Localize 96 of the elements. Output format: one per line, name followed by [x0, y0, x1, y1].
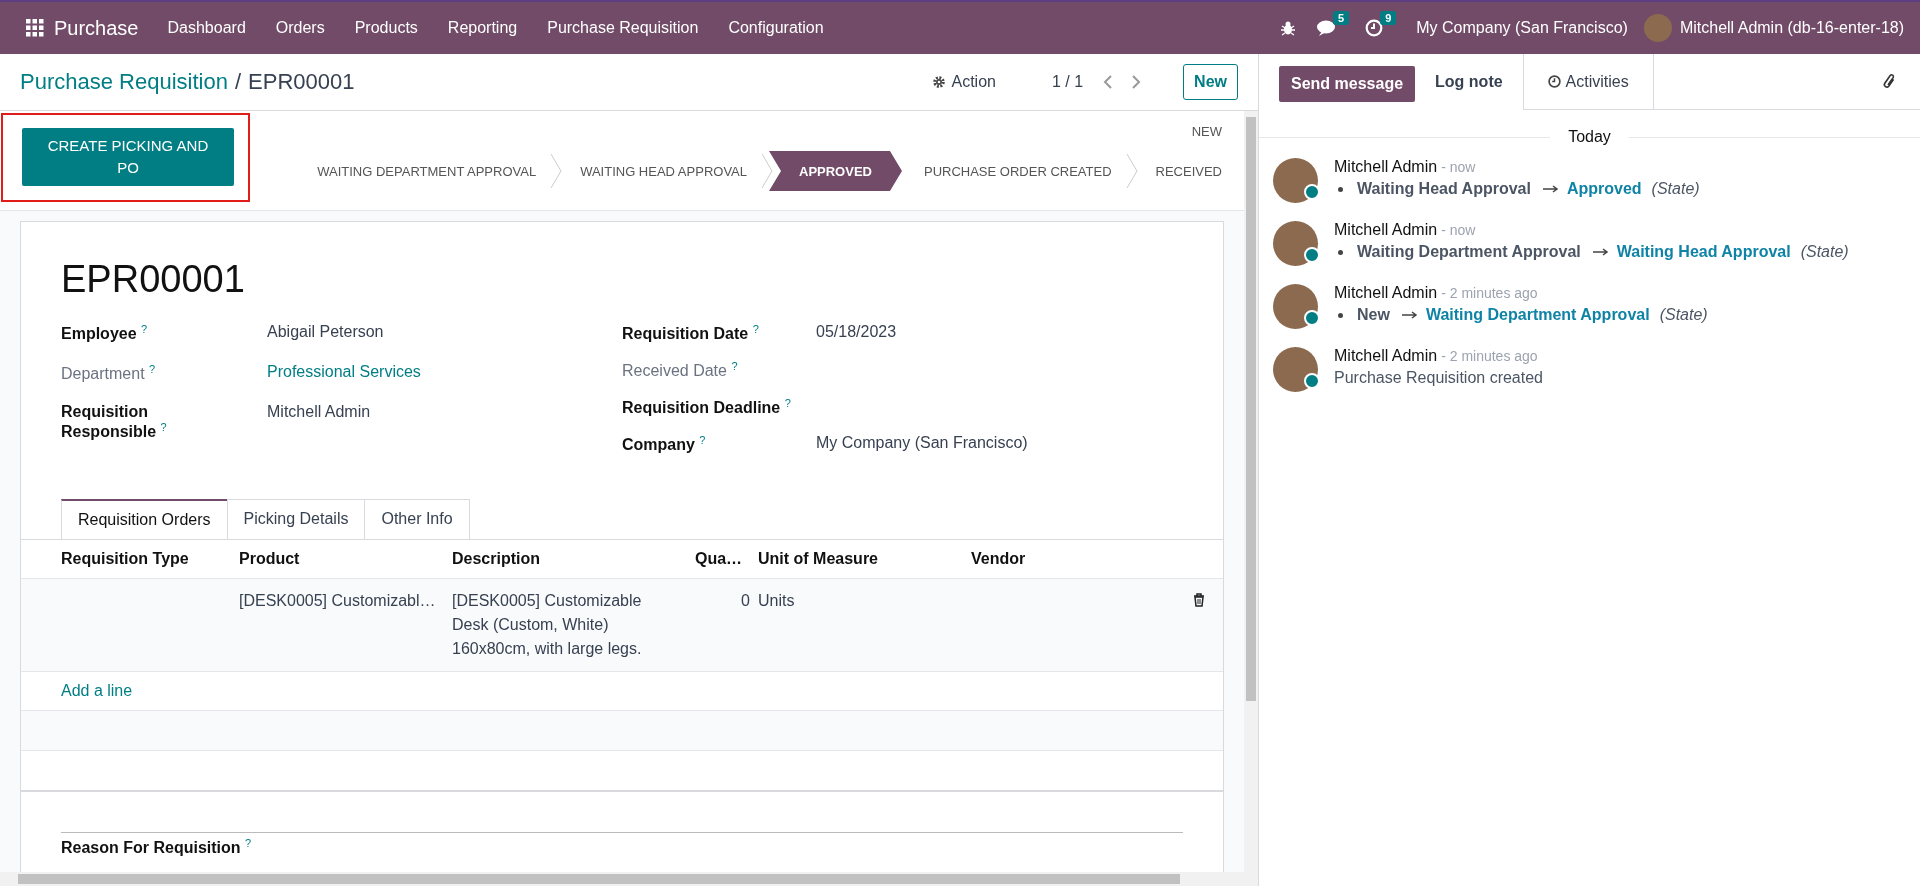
author-avatar[interactable]: [1273, 347, 1318, 392]
record-title: EPR00001: [61, 257, 246, 301]
message-time: - now: [1441, 159, 1476, 175]
notebook-tab[interactable]: Other Info: [364, 498, 470, 539]
author-avatar[interactable]: [1273, 158, 1318, 203]
message-count-badge: 5: [1333, 11, 1350, 25]
chevron-separator-icon: [550, 154, 563, 188]
menu-item[interactable]: Dashboard: [152, 19, 261, 37]
table-cell-text: [DESK0005] Customizabl…: [239, 590, 437, 611]
field-link[interactable]: Professional Services: [267, 362, 421, 381]
activities-button[interactable]: Activities: [1522, 54, 1654, 110]
send-message-button[interactable]: Send message: [1279, 66, 1416, 102]
tracked-field: (State): [1659, 306, 1708, 324]
field-value: My Company (San Francisco): [816, 433, 1028, 452]
status-stage[interactable]: WAITING DEPARTMENT APPROVAL: [295, 151, 559, 191]
log-note-button[interactable]: Log note: [1415, 54, 1523, 110]
message-author[interactable]: Mitchell Admin: [1334, 158, 1438, 176]
author-avatar[interactable]: [1273, 284, 1318, 329]
table-cell-text: Units: [758, 590, 796, 611]
field-label: Employee $^{?}$: [61, 322, 149, 343]
notebook-tab[interactable]: Requisition Orders: [61, 498, 228, 539]
message-time: - 2 minutes ago: [1441, 348, 1538, 364]
field-label: Received Date $^{?}$: [622, 359, 739, 380]
field-label: Requisition Deadline $^{?}$: [622, 396, 792, 417]
message-author[interactable]: Mitchell Admin: [1334, 347, 1438, 365]
chevron-separator-icon: [1125, 154, 1138, 188]
arrow-icon: [1542, 185, 1559, 193]
new-value: Waiting Department Approval: [1425, 306, 1650, 324]
column-header[interactable]: Requisition Type: [61, 539, 239, 578]
column-header[interactable]: Vendor: [971, 539, 1183, 578]
status-stage[interactable]: WAITING HEAD APPROVAL: [558, 151, 769, 191]
previous-icon[interactable]: [1103, 75, 1114, 89]
old-value: Waiting Head Approval: [1357, 180, 1531, 198]
message-author[interactable]: Mitchell Admin: [1334, 221, 1438, 239]
menu-item[interactable]: Orders: [260, 19, 340, 37]
field-value: Mitchell Admin: [267, 402, 371, 421]
old-value: Waiting Department Approval: [1357, 243, 1581, 261]
settings-icon: [932, 75, 947, 89]
column-header[interactable]: Description: [452, 539, 695, 578]
horizontal-scrollbar[interactable]: [0, 872, 1258, 886]
arrow-icon: [1401, 311, 1418, 319]
app-name[interactable]: Purchase: [54, 16, 139, 40]
delete-icon[interactable]: [1193, 592, 1205, 607]
old-value: New: [1357, 306, 1390, 324]
company-switcher[interactable]: My Company (San Francisco): [1416, 19, 1628, 37]
add-line-link[interactable]: Add a line: [61, 681, 133, 699]
field-label: Department $^{?}$: [61, 362, 157, 383]
next-icon[interactable]: [1131, 75, 1142, 89]
chevron-separator-icon: [761, 154, 773, 188]
create-picking-button[interactable]: CREATE PICKING AND PO: [22, 128, 234, 186]
message-time: - 2 minutes ago: [1441, 285, 1538, 301]
menu-item[interactable]: Reporting: [432, 19, 533, 37]
clock-icon: [1547, 75, 1561, 88]
message-time: - now: [1441, 222, 1476, 238]
menu-item[interactable]: Products: [339, 19, 433, 37]
clock-icon[interactable]: [1365, 19, 1384, 37]
column-header[interactable]: Unit of Measure: [758, 539, 971, 578]
status-stage[interactable]: RECEIVED: [1133, 151, 1244, 191]
bullet-icon: [1338, 312, 1343, 318]
column-header[interactable]: Qua…: [695, 539, 758, 578]
message-author[interactable]: Mitchell Admin: [1334, 284, 1438, 302]
message-text: Purchase Requisition created: [1334, 369, 1543, 387]
status-stage[interactable]: APPROVED: [769, 151, 902, 191]
breadcrumb-separator: /: [234, 69, 242, 95]
menu-item[interactable]: Purchase Requisition: [532, 19, 714, 37]
vertical-scrollbar[interactable]: [1244, 111, 1258, 872]
bullet-icon: [1338, 249, 1343, 255]
new-value: Waiting Head Approval: [1616, 243, 1791, 261]
new-button[interactable]: New: [1183, 64, 1238, 100]
user-menu[interactable]: Mitchell Admin (db-16-enter-18): [1679, 19, 1904, 37]
field-label: Company $^{?}$: [622, 433, 707, 454]
tracked-field: (State): [1800, 243, 1849, 261]
pager-value[interactable]: 1 / 1: [1051, 73, 1084, 91]
new-value: Approved: [1566, 180, 1642, 198]
field-value: Abigail Peterson: [267, 322, 384, 341]
table-cell-text: 0: [740, 590, 751, 611]
tracked-field: (State): [1651, 180, 1700, 198]
activity-count-badge: 9: [1380, 11, 1397, 25]
field-label: Requisition Date $^{?}$: [622, 322, 760, 343]
apps-menu-icon[interactable]: [26, 19, 44, 37]
bullet-icon: [1338, 186, 1343, 192]
breadcrumb-current: EPR00001: [248, 69, 355, 95]
field-label: Reason For Requisition $^{?}$: [61, 838, 253, 856]
chat-icon[interactable]: [1316, 19, 1337, 37]
arrow-icon: [1592, 248, 1609, 256]
bug-icon[interactable]: [1280, 20, 1297, 36]
breadcrumb-link[interactable]: Purchase Requisition: [20, 69, 228, 95]
action-menu-button[interactable]: Action: [926, 72, 1002, 92]
author-avatar[interactable]: [1273, 221, 1318, 266]
status-stage[interactable]: PURCHASE ORDER CREATED: [901, 151, 1134, 191]
field-value: 05/18/2023: [816, 322, 897, 341]
table-cell-text: [DESK0005] Customizable Desk (Custom, White) 160x80cm, with large legs.: [452, 590, 643, 659]
status-stage[interactable]: NEW: [1169, 111, 1244, 151]
column-header[interactable]: Product: [239, 539, 452, 578]
menu-item[interactable]: Configuration: [713, 19, 839, 37]
field-label: Requisition Responsible $^{?}$: [61, 402, 168, 441]
